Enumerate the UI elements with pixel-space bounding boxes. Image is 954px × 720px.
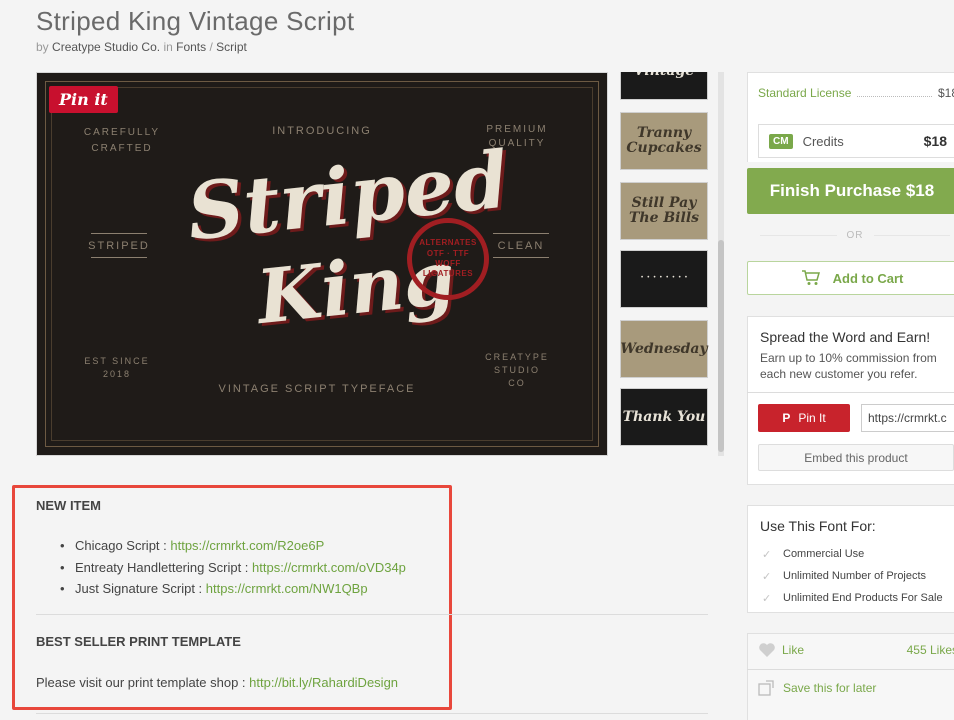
finish-purchase-button[interactable]: Finish Purchase $18: [747, 168, 954, 214]
stamp-text: ALTERNATES OTF · TTF WOFF LIGATURES: [419, 238, 477, 279]
preview-rule-left-top: [91, 233, 147, 234]
save-icon: [758, 680, 774, 696]
spread-divider: [747, 392, 954, 393]
credits-icon: CM: [769, 133, 793, 149]
use-label: Unlimited Number of Projects: [783, 570, 927, 582]
best-seller-heading: BEST SELLER PRINT TEMPLATE: [36, 634, 241, 649]
spread-title: Spread the Word and Earn!: [760, 329, 931, 345]
like-count: 455 Likes: [906, 643, 954, 657]
preview-left-text: STRIPED: [88, 240, 150, 252]
like-label: Like: [782, 643, 805, 657]
license-price: $18: [937, 86, 954, 100]
thumbnail-2[interactable]: Tranny Cupcakes: [620, 112, 708, 170]
pin-it-label: Pin It: [798, 411, 826, 425]
item-label: Entreaty Handlettering Script :: [75, 559, 253, 575]
product-preview-image[interactable]: Pin it CAREFULLY CRAFTED INTRODUCING PRE…: [36, 72, 608, 456]
preview-rule-right-top: [493, 233, 549, 234]
check-icon: ✓: [762, 548, 772, 561]
visit-label: Please visit our print template shop :: [36, 675, 250, 690]
subcategory-link[interactable]: Script: [216, 40, 247, 54]
license-row[interactable]: Standard License $18: [758, 86, 954, 100]
preview-rule-right-bottom: [493, 257, 549, 258]
page-title: Striped King Vintage Script: [36, 6, 355, 36]
thumbnail-4[interactable]: · · · · · · · ·: [620, 250, 708, 308]
or-line-right: [873, 235, 950, 236]
pinterest-icon: P: [782, 411, 791, 425]
license-dots: [857, 89, 932, 97]
breadcrumb-separator: /: [209, 40, 213, 54]
list-item: Just Signature Script : https://crmrkt.c…: [58, 581, 406, 603]
preview-introducing-text: INTRODUCING: [272, 125, 372, 137]
author-link[interactable]: Creatype Studio Co.: [52, 40, 160, 54]
credits-option[interactable]: CM Credits $18: [758, 124, 954, 158]
item-label: Just Signature Script :: [75, 581, 206, 596]
use-label: Unlimited End Products For Sale: [783, 592, 943, 604]
check-icon: ✓: [762, 570, 772, 583]
preview-right-text: CLEAN: [497, 240, 545, 252]
list-item: ✓ Unlimited Number of Projects: [762, 565, 943, 587]
thumbnail-scrollbar[interactable]: [718, 72, 724, 456]
save-for-later-button[interactable]: Save this for later: [758, 680, 876, 696]
check-icon: ✓: [762, 592, 772, 605]
thumbnail-strip: Vintage Tranny Cupcakes Still Pay The Bi…: [618, 72, 710, 456]
credits-label: Credits: [802, 133, 844, 149]
or-label: OR: [846, 230, 864, 241]
heart-icon: [759, 643, 775, 657]
thumbnail-3[interactable]: Still Pay The Bills: [620, 182, 708, 240]
save-label: Save this for later: [783, 681, 877, 695]
preview-stamp: ALTERNATES OTF · TTF WOFF LIGATURES: [407, 218, 489, 300]
list-item: Chicago Script : https://crmrkt.com/R2oe…: [58, 538, 406, 560]
new-item-list: Chicago Script : https://crmrkt.com/R2oe…: [58, 538, 406, 603]
thumbnail-1[interactable]: Vintage: [620, 72, 708, 100]
pin-it-button[interactable]: P Pin It: [758, 404, 850, 432]
preview-bottom-left-text: EST SINCE 2018: [84, 356, 150, 379]
thumbnail-scrollbar-thumb[interactable]: [718, 240, 724, 452]
description-bottom-divider: [36, 713, 708, 714]
use-title: Use This Font For:: [760, 518, 876, 534]
preview-top-left-text: CAREFULLY CRAFTED: [83, 127, 161, 154]
list-item: ✓ Commercial Use: [762, 543, 943, 565]
breadcrumb: by Creatype Studio Co. in Fonts / Script: [36, 40, 247, 54]
visit-link[interactable]: http://bit.ly/RahardiDesign: [249, 675, 398, 690]
preview-rule-left-bottom: [91, 257, 147, 258]
add-to-cart-button[interactable]: Add to Cart: [747, 261, 954, 295]
item-link[interactable]: https://crmrkt.com/R2oe6P: [170, 538, 324, 553]
or-separator: OR: [760, 230, 950, 241]
credits-price: $18: [923, 133, 947, 149]
embed-button[interactable]: Embed this product: [758, 444, 954, 471]
visit-text: Please visit our print template shop : h…: [36, 675, 398, 690]
new-item-heading: NEW ITEM: [36, 498, 101, 513]
category-link[interactable]: Fonts: [176, 40, 206, 54]
spread-subtitle: Earn up to 10% commission from each new …: [760, 351, 937, 381]
share-url-input[interactable]: [861, 404, 954, 432]
license-label: Standard License: [758, 86, 852, 100]
list-item: Entreaty Handlettering Script : https://…: [58, 560, 406, 582]
by-label: by: [36, 40, 49, 54]
thumbnail-6[interactable]: Thank You: [620, 388, 708, 446]
pin-it-badge[interactable]: Pin it: [49, 86, 118, 113]
list-item: ✓ Unlimited End Products For Sale: [762, 587, 943, 609]
in-label: in: [163, 40, 173, 54]
or-line-left: [760, 235, 837, 236]
add-to-cart-label: Add to Cart: [832, 270, 904, 286]
like-button[interactable]: Like 455 Likes: [758, 642, 954, 658]
preview-tagline: VINTAGE SCRIPT TYPEFACE: [218, 383, 416, 395]
item-link[interactable]: https://crmrkt.com/oVD34p: [252, 560, 406, 575]
use-list: ✓ Commercial Use ✓ Unlimited Number of Pro…: [762, 543, 943, 609]
description-divider: [36, 614, 708, 615]
preview-bottom-right-text: CREATYPE STUDIO CO: [485, 352, 549, 388]
like-divider: [747, 669, 954, 670]
item-label: Chicago Script :: [75, 538, 171, 553]
thumbnail-5[interactable]: Wednesday: [620, 320, 708, 378]
use-label: Commercial Use: [783, 548, 865, 560]
item-link[interactable]: https://crmrkt.com/NW1QBp: [206, 581, 368, 596]
cart-icon: [801, 270, 820, 285]
